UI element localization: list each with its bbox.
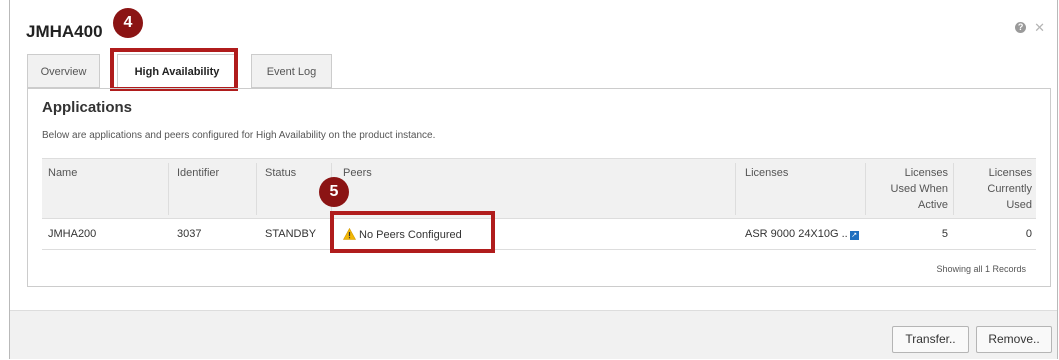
records-count: Showing all 1 Records [936, 264, 1026, 274]
applications-panel: Applications Below are applications and … [27, 88, 1051, 287]
column-divider [735, 163, 736, 215]
section-description: Below are applications and peers configu… [42, 130, 436, 141]
remove-button[interactable]: Remove.. [976, 326, 1052, 353]
cell-name: JMHA200 [48, 228, 97, 240]
transfer-button[interactable]: Transfer.. [892, 326, 969, 353]
header-name[interactable]: Name [48, 165, 77, 181]
close-icon[interactable]: ✕ [1034, 21, 1045, 34]
header-icons: ? ✕ [1015, 21, 1045, 34]
header-line: Used [1006, 199, 1032, 211]
header-licenses[interactable]: Licenses [745, 165, 788, 181]
cell-licenses: ASR 9000 24X10G .. ↗ [745, 228, 859, 240]
header-line: Licenses [904, 167, 948, 179]
external-link-icon[interactable]: ↗ [849, 231, 859, 240]
cell-status: STANDBY [265, 228, 317, 240]
tab-overview[interactable]: Overview [27, 54, 100, 88]
peers-highlight-box [330, 211, 495, 253]
header-line: Currently [987, 183, 1032, 195]
header-line: Used When [890, 183, 948, 195]
header-line: Active [918, 199, 948, 211]
column-divider [865, 163, 866, 215]
header-peers[interactable]: Peers [343, 165, 372, 181]
header-licenses-used-when-active[interactable]: Licenses Used When Active [868, 165, 948, 213]
header-status[interactable]: Status [265, 165, 296, 181]
header-line: Licenses [988, 167, 1032, 179]
callout-step-5: 5 [319, 177, 349, 207]
column-divider [256, 163, 257, 215]
section-title: Applications [42, 99, 133, 116]
dialog-footer: Transfer.. Remove.. [10, 310, 1057, 359]
header-licenses-currently-used[interactable]: Licenses Currently Used [956, 165, 1032, 213]
license-link[interactable]: ASR 9000 24X10G .. [745, 228, 848, 240]
cell-identifier: 3037 [177, 228, 202, 240]
tab-highlight-box [110, 48, 238, 91]
table-row[interactable]: JMHA200 3037 STANDBY No Peers Configured… [42, 219, 1036, 250]
column-divider [953, 163, 954, 215]
tab-event-log[interactable]: Event Log [251, 54, 332, 88]
product-instance-dialog: JMHA400 ? ✕ 4 Overview High Availability… [9, 0, 1058, 359]
cell-used-when-active: 5 [941, 228, 948, 240]
cell-currently-used: 0 [1025, 228, 1032, 240]
dialog-title: JMHA400 [26, 22, 103, 41]
table-header: Name Identifier Status Peers Licenses Li… [42, 158, 1036, 219]
help-icon[interactable]: ? [1015, 22, 1027, 33]
column-divider [168, 163, 169, 215]
callout-step-4: 4 [113, 8, 143, 38]
header-identifier[interactable]: Identifier [177, 165, 219, 181]
